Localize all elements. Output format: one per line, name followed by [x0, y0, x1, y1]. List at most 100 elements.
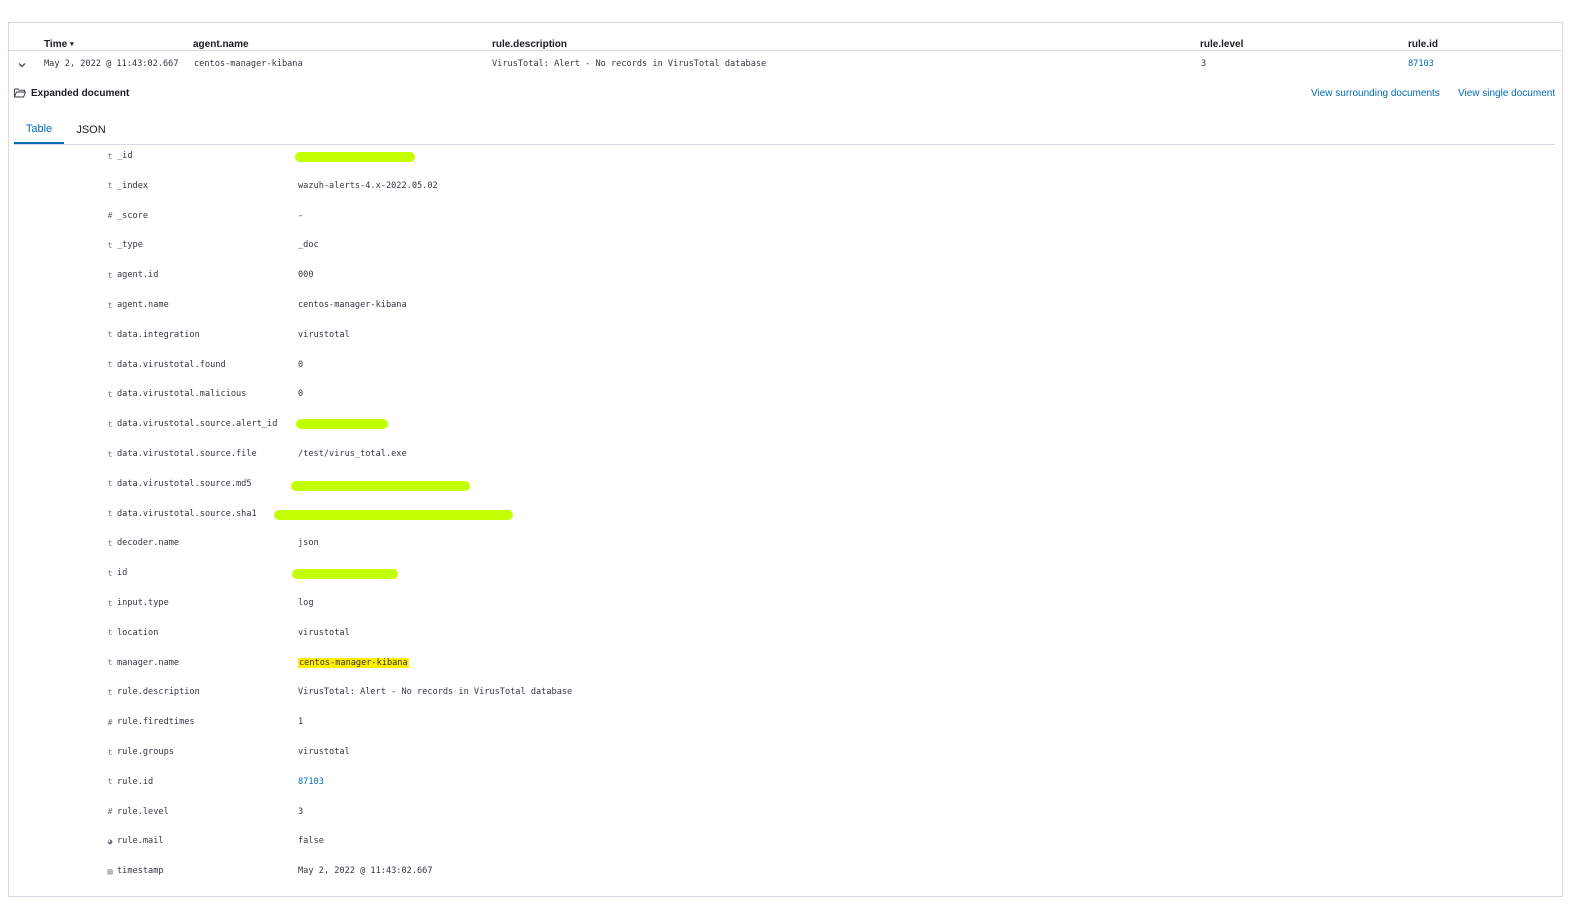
field-type-icon: t [107, 330, 113, 340]
field-row: t decoder.name json [103, 536, 319, 550]
field-type-icon: t [107, 777, 113, 787]
field-name: _type [117, 240, 143, 251]
field-value: 3 [298, 806, 304, 817]
field-name: data.virustotal.malicious [117, 389, 247, 400]
field-name: _index [117, 180, 149, 191]
field-value: VirusTotal: Alert - No records in VirusT… [298, 687, 573, 698]
field-type-icon: t [107, 658, 113, 668]
field-type-icon: t [107, 568, 113, 578]
field-value[interactable]: 87103 [298, 775, 324, 789]
field-name: rule.mail [117, 836, 164, 847]
field-row: t _id [103, 149, 297, 163]
field-type-icon: t [107, 151, 113, 161]
field-type-icon: t [107, 538, 113, 548]
field-value: false [298, 836, 324, 847]
field-type-icon: t [107, 509, 113, 519]
field-name: data.virustotal.source.sha1 [117, 508, 257, 519]
row-rule-id-link[interactable]: 87103 [1408, 58, 1434, 70]
view-single-document-link[interactable]: View single document [1458, 87, 1555, 99]
field-row: t id [103, 566, 297, 580]
field-type-icon: t [107, 240, 113, 250]
field-row: t agent.name centos-manager-kibana [103, 298, 407, 312]
field-row: t data.virustotal.source.alert_id [103, 417, 297, 431]
field-row: t data.integration virustotal [103, 328, 350, 342]
field-type-icon: t [107, 419, 113, 429]
field-row: t manager.name centos-manager-kibana [103, 656, 409, 670]
field-value: 0 [298, 389, 304, 400]
field-value: _doc [298, 240, 319, 251]
field-name: manager.name [117, 657, 180, 668]
row-time: May 2, 2022 @ 11:43:02.667 [44, 59, 179, 69]
column-header-rule-level[interactable]: rule.level [1200, 38, 1243, 50]
column-header-time[interactable]: Time ▾ [44, 38, 74, 50]
field-name: agent.name [117, 300, 169, 310]
field-type-icon: ▤ [107, 866, 113, 876]
tab-table[interactable]: Table [14, 116, 64, 144]
field-value: /test/virus_total.exe [298, 449, 407, 459]
field-row: t data.virustotal.malicious 0 [103, 387, 304, 401]
field-row: # rule.firedtimes 1 [103, 715, 304, 729]
field-row: # rule.level 3 [103, 805, 304, 819]
row-rule-description: VirusTotal: Alert - No records in VirusT… [492, 59, 767, 69]
column-header-agent-name[interactable]: agent.name [193, 38, 249, 50]
field-type-icon: t [107, 300, 113, 310]
field-value: virustotal [298, 627, 350, 638]
field-type-icon: t [107, 628, 113, 638]
field-row: t agent.id 000 [103, 268, 314, 282]
field-row: ◕ rule.mail false [103, 834, 324, 848]
field-name: input.type [117, 598, 169, 608]
field-row: t data.virustotal.source.sha1 [103, 507, 297, 521]
field-name: data.virustotal.source.alert_id [117, 419, 278, 430]
field-name: rule.description [117, 687, 200, 698]
field-value: log [298, 598, 314, 608]
field-type-icon: ◕ [107, 836, 113, 846]
field-row: t rule.description VirusTotal: Alert - No … [103, 685, 573, 699]
field-value: 0 [298, 359, 304, 370]
field-name: _id [117, 151, 133, 161]
redaction-mark [274, 510, 513, 520]
field-row: t _index wazuh-alerts-4.x-2022.05.02 [103, 179, 438, 193]
field-row: t _type _doc [103, 238, 319, 252]
field-name: data.virustotal.source.file [117, 449, 257, 459]
field-value: 000 [298, 270, 314, 281]
field-row: t rule.groups virustotal [103, 745, 350, 759]
field-type-icon: # [107, 807, 113, 817]
field-name: data.integration [117, 329, 200, 340]
tab-json[interactable]: JSON [69, 116, 113, 143]
redaction-mark [292, 569, 398, 579]
field-name: decoder.name [117, 538, 180, 549]
field-row: t input.type log [103, 596, 314, 610]
field-type-icon: t [107, 598, 113, 608]
view-surrounding-documents-link[interactable]: View surrounding documents [1311, 87, 1440, 99]
field-value: - [298, 210, 304, 221]
field-type-icon: t [107, 747, 113, 757]
redaction-mark [291, 481, 470, 491]
sort-down-icon[interactable]: ▾ [70, 40, 74, 48]
column-header-rule-id[interactable]: rule.id [1408, 38, 1438, 50]
field-row: t location virustotal [103, 626, 350, 640]
collapse-chevron-icon[interactable] [17, 60, 27, 70]
column-header-rule-description[interactable]: rule.description [492, 38, 567, 50]
field-type-icon: t [107, 270, 113, 280]
redaction-mark [296, 419, 388, 429]
header-divider [9, 50, 1561, 51]
field-row: t rule.id 87103 [103, 775, 324, 789]
field-name: rule.id [117, 776, 154, 787]
field-name: rule.firedtimes [117, 717, 195, 728]
field-name: agent.id [117, 270, 159, 281]
field-name: rule.level [117, 806, 169, 817]
field-name: id [117, 568, 128, 579]
field-row: t data.virustotal.source.md5 [103, 477, 297, 491]
row-agent-name: centos-manager-kibana [194, 59, 303, 69]
field-type-icon: t [107, 449, 113, 459]
field-value: centos-manager-kibana [298, 300, 407, 310]
field-value: json [298, 538, 319, 549]
field-row: ▤ timestamp May 2, 2022 @ 11:43:02.667 [103, 864, 433, 878]
search-highlight: centos-manager-kibana [298, 657, 409, 668]
field-name: data.virustotal.source.md5 [117, 478, 252, 489]
field-name: rule.groups [117, 747, 174, 757]
column-header-time-label: Time [44, 38, 68, 50]
field-type-icon: t [107, 360, 113, 370]
field-type-icon: t [107, 687, 113, 697]
field-type-icon: # [107, 211, 113, 221]
